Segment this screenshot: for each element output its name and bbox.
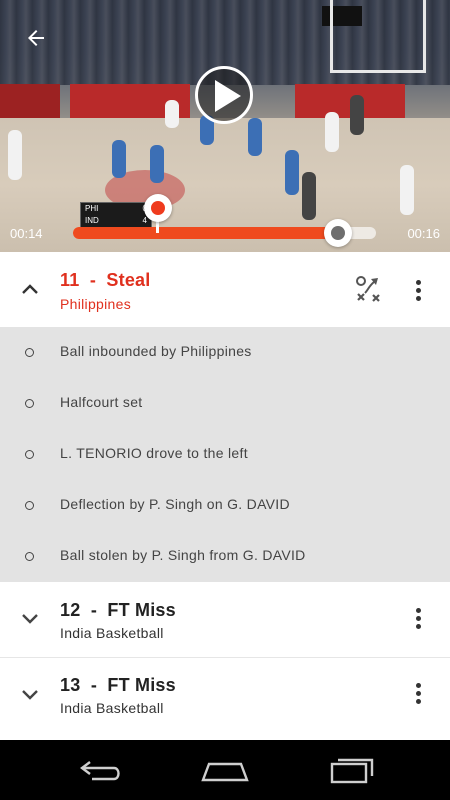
more-vertical-icon (416, 280, 421, 285)
step-bullet-icon (25, 348, 34, 357)
step-text: Ball inbounded by Philippines (60, 343, 252, 359)
referee (302, 172, 316, 220)
event-item[interactable]: 12 - FT Miss India Basketball (0, 582, 450, 657)
more-options-button[interactable] (408, 276, 428, 306)
step-bullet-icon (25, 399, 34, 408)
event-item[interactable]: 13 - FT Miss India Basketball (0, 658, 450, 738)
event-item[interactable]: 11 - Steal Philippines (0, 252, 450, 327)
video-player[interactable]: PHI 0 IND 4 00:14 00:16 (0, 0, 450, 252)
more-options-button[interactable] (408, 679, 428, 709)
system-navigation-bar (0, 740, 450, 800)
player (165, 100, 179, 128)
event-title: 12 - FT Miss (60, 600, 176, 620)
player (8, 130, 22, 180)
event-team: Philippines (60, 296, 132, 312)
event-team: India Basketball (60, 625, 164, 641)
score-overlay: PHI 0 IND 4 (80, 202, 152, 230)
event-step: Ball inbounded by Philippines (0, 328, 450, 378)
referee (350, 95, 364, 135)
seek-progress (73, 227, 339, 239)
nav-recents-button[interactable] (328, 754, 376, 786)
step-bullet-icon (25, 501, 34, 510)
player (248, 118, 262, 156)
player (325, 112, 339, 152)
step-bullet-icon (25, 552, 34, 561)
more-options-button[interactable] (408, 604, 428, 634)
time-elapsed: 00:14 (10, 226, 43, 241)
player (150, 145, 164, 183)
more-vertical-icon (416, 683, 421, 688)
chevron-up-icon (22, 284, 38, 294)
step-text: Ball stolen by P. Singh from G. DAVID (60, 547, 306, 563)
event-marker-stem (156, 221, 159, 233)
more-vertical-icon (416, 608, 421, 613)
arrow-left-icon (28, 30, 44, 46)
nav-recents-icon (330, 758, 374, 784)
player (285, 150, 299, 195)
collapse-button[interactable] (18, 278, 42, 302)
play-icon (215, 80, 241, 112)
back-button[interactable] (24, 26, 54, 56)
step-bullet-icon (25, 450, 34, 459)
arena-banner (0, 84, 60, 118)
event-steps-list: Ball inbounded by Philippines Halfcourt … (0, 327, 450, 582)
chevron-down-icon (22, 690, 38, 700)
event-step: Deflection by P. Singh on G. DAVID (0, 481, 450, 531)
time-total: 00:16 (407, 226, 440, 241)
step-text: L. TENORIO drove to the left (60, 445, 248, 461)
nav-back-icon (80, 761, 120, 781)
expand-button[interactable] (18, 606, 42, 630)
event-title: 13 - FT Miss (60, 675, 176, 695)
event-team: India Basketball (60, 700, 164, 716)
play-diagram-button[interactable] (354, 274, 384, 304)
event-step: Halfcourt set (0, 379, 450, 429)
score-team: PHI (85, 204, 99, 213)
step-text: Deflection by P. Singh on G. DAVID (60, 496, 290, 512)
score-row: IND 4 (81, 215, 151, 227)
expand-button[interactable] (18, 682, 42, 706)
play-button[interactable] (195, 66, 253, 124)
play-diagram-icon (356, 276, 380, 302)
event-step: Ball stolen by P. Singh from G. DAVID (0, 532, 450, 582)
chevron-down-icon (22, 614, 38, 624)
seek-thumb[interactable] (324, 219, 353, 247)
score-row: PHI 0 (81, 203, 151, 215)
event-marker[interactable] (144, 194, 172, 222)
score-team: IND (85, 216, 99, 225)
player (400, 165, 414, 215)
event-step: L. TENORIO drove to the left (0, 430, 450, 480)
step-text: Halfcourt set (60, 394, 143, 410)
nav-home-icon (201, 762, 249, 782)
nav-home-button[interactable] (200, 754, 250, 786)
player (112, 140, 126, 178)
basketball-hoop (330, 0, 426, 73)
event-title: 11 - Steal (60, 270, 151, 290)
nav-back-button[interactable] (78, 754, 124, 786)
